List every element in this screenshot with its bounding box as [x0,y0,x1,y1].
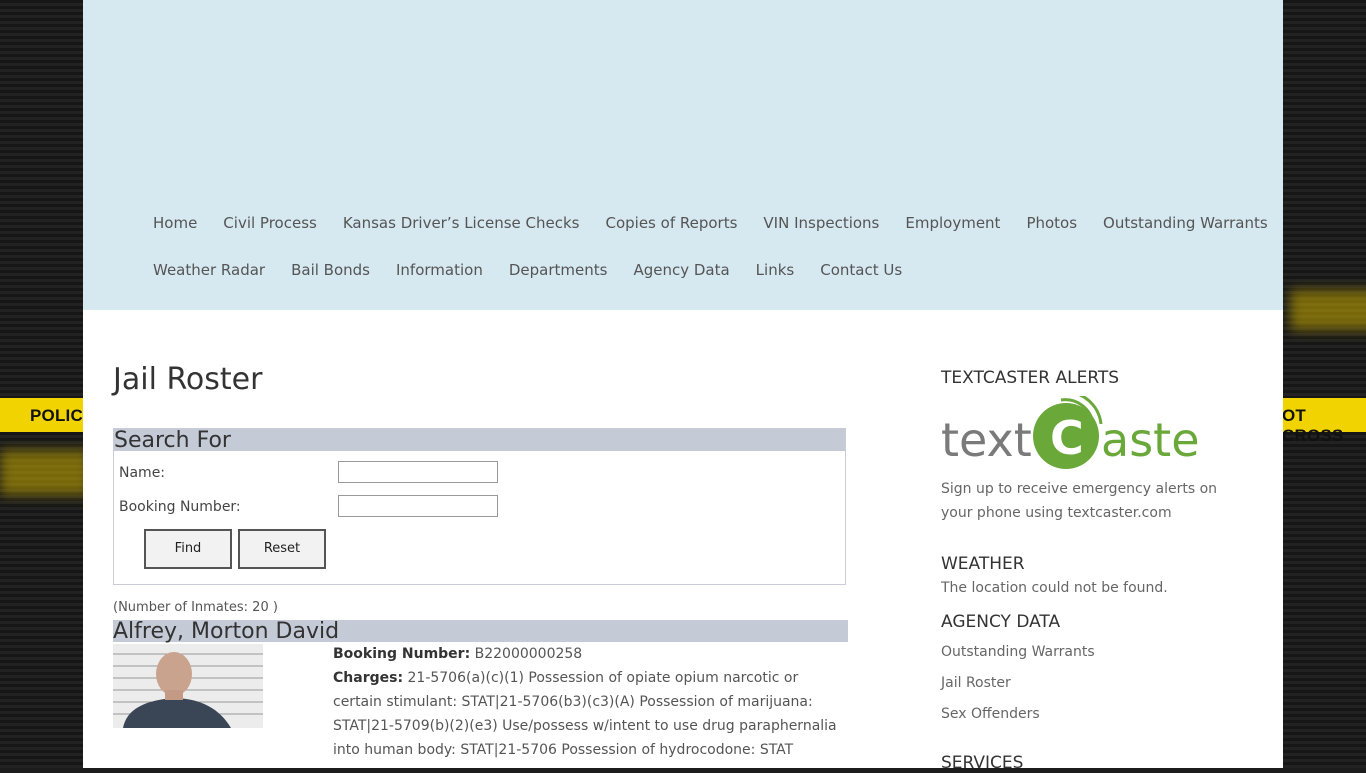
tape-blur-left [0,450,90,495]
tape-text-left: POLIC [30,406,83,425]
nav-vin-inspections[interactable]: VIN Inspections [763,214,879,232]
nav-photos[interactable]: Photos [1026,214,1077,232]
booking-number-label: Booking Number: [119,499,241,515]
reset-button[interactable]: Reset [238,529,326,569]
name-input[interactable] [338,461,498,483]
nav-civil-process[interactable]: Civil Process [223,214,317,232]
page: Home Civil Process Kansas Driver’s Licen… [83,0,1283,773]
booking-number-field-label: Booking Number: [333,646,471,662]
mugshot-image [113,644,263,728]
tape-text-right: OT CROSS [1282,406,1344,445]
weather-heading: WEATHER [941,554,1025,574]
textcaster-logo-c: C [1050,411,1084,465]
nav-kansas-drivers-license-checks[interactable]: Kansas Driver’s License Checks [343,214,580,232]
textcaster-logo-text-right: aster [1101,413,1201,467]
inmate-details: Booking Number: B22000000258 Charges: 21… [333,642,845,762]
textcaster-description: Sign up to receive emergency alerts on y… [941,481,1218,521]
sidebar-link-sex-offenders[interactable]: Sex Offenders [941,706,1040,722]
inmate-count: (Number of Inmates: 20 ) [113,600,278,615]
booking-number-row: Booking Number: B22000000258 [333,642,845,666]
nav-contact-us[interactable]: Contact Us [820,261,902,279]
weather-status: The location could not be found. [941,580,1168,596]
nav-employment[interactable]: Employment [905,214,1000,232]
nav-departments[interactable]: Departments [509,261,608,279]
nav-copies-of-reports[interactable]: Copies of Reports [605,214,737,232]
nav-links[interactable]: Links [756,261,795,279]
sidebar-link-outstanding-warrants[interactable]: Outstanding Warrants [941,644,1095,660]
site-header: Home Civil Process Kansas Driver’s Licen… [83,0,1283,310]
nav-information[interactable]: Information [396,261,483,279]
textcaster-logo[interactable]: text C aster [941,390,1218,472]
nav-agency-data[interactable]: Agency Data [633,261,729,279]
main-nav-row-2: Weather Radar Bail Bonds Information Dep… [153,261,928,279]
agency-data-heading: AGENCY DATA [941,612,1061,632]
tape-blur-right [1290,290,1366,330]
search-heading: Search For [114,429,845,453]
textcaster-heading: TEXTCASTER ALERTS [941,368,1120,388]
find-button[interactable]: Find [144,529,232,569]
nav-home[interactable]: Home [153,214,197,232]
search-form: Search For Name: Booking Number: Find Re… [113,428,846,585]
services-heading: SERVICES [941,753,1024,773]
main-nav-row-1: Home Civil Process Kansas Driver’s Licen… [153,214,1294,232]
booking-number-input[interactable] [338,495,498,517]
booking-number-value: B22000000258 [474,646,583,662]
page-title: Jail Roster [113,362,263,397]
textcaster-logo-text-left: text [941,413,1032,467]
name-label: Name: [119,465,166,481]
charges-value: 21-5706(a)(c)(1) Possession of opiate op… [333,670,837,758]
nav-bail-bonds[interactable]: Bail Bonds [291,261,370,279]
nav-weather-radar[interactable]: Weather Radar [153,261,265,279]
sidebar-link-jail-roster[interactable]: Jail Roster [941,675,1011,691]
textcaster-logo-image: text C aster [941,390,1218,469]
inmate-name[interactable]: Alfrey, Morton David [113,620,848,644]
charges-label: Charges: [333,670,404,686]
nav-outstanding-warrants[interactable]: Outstanding Warrants [1103,214,1268,232]
inmate-mugshot[interactable] [113,644,263,728]
charges-row: Charges: 21-5706(a)(c)(1) Possession of … [333,666,845,762]
